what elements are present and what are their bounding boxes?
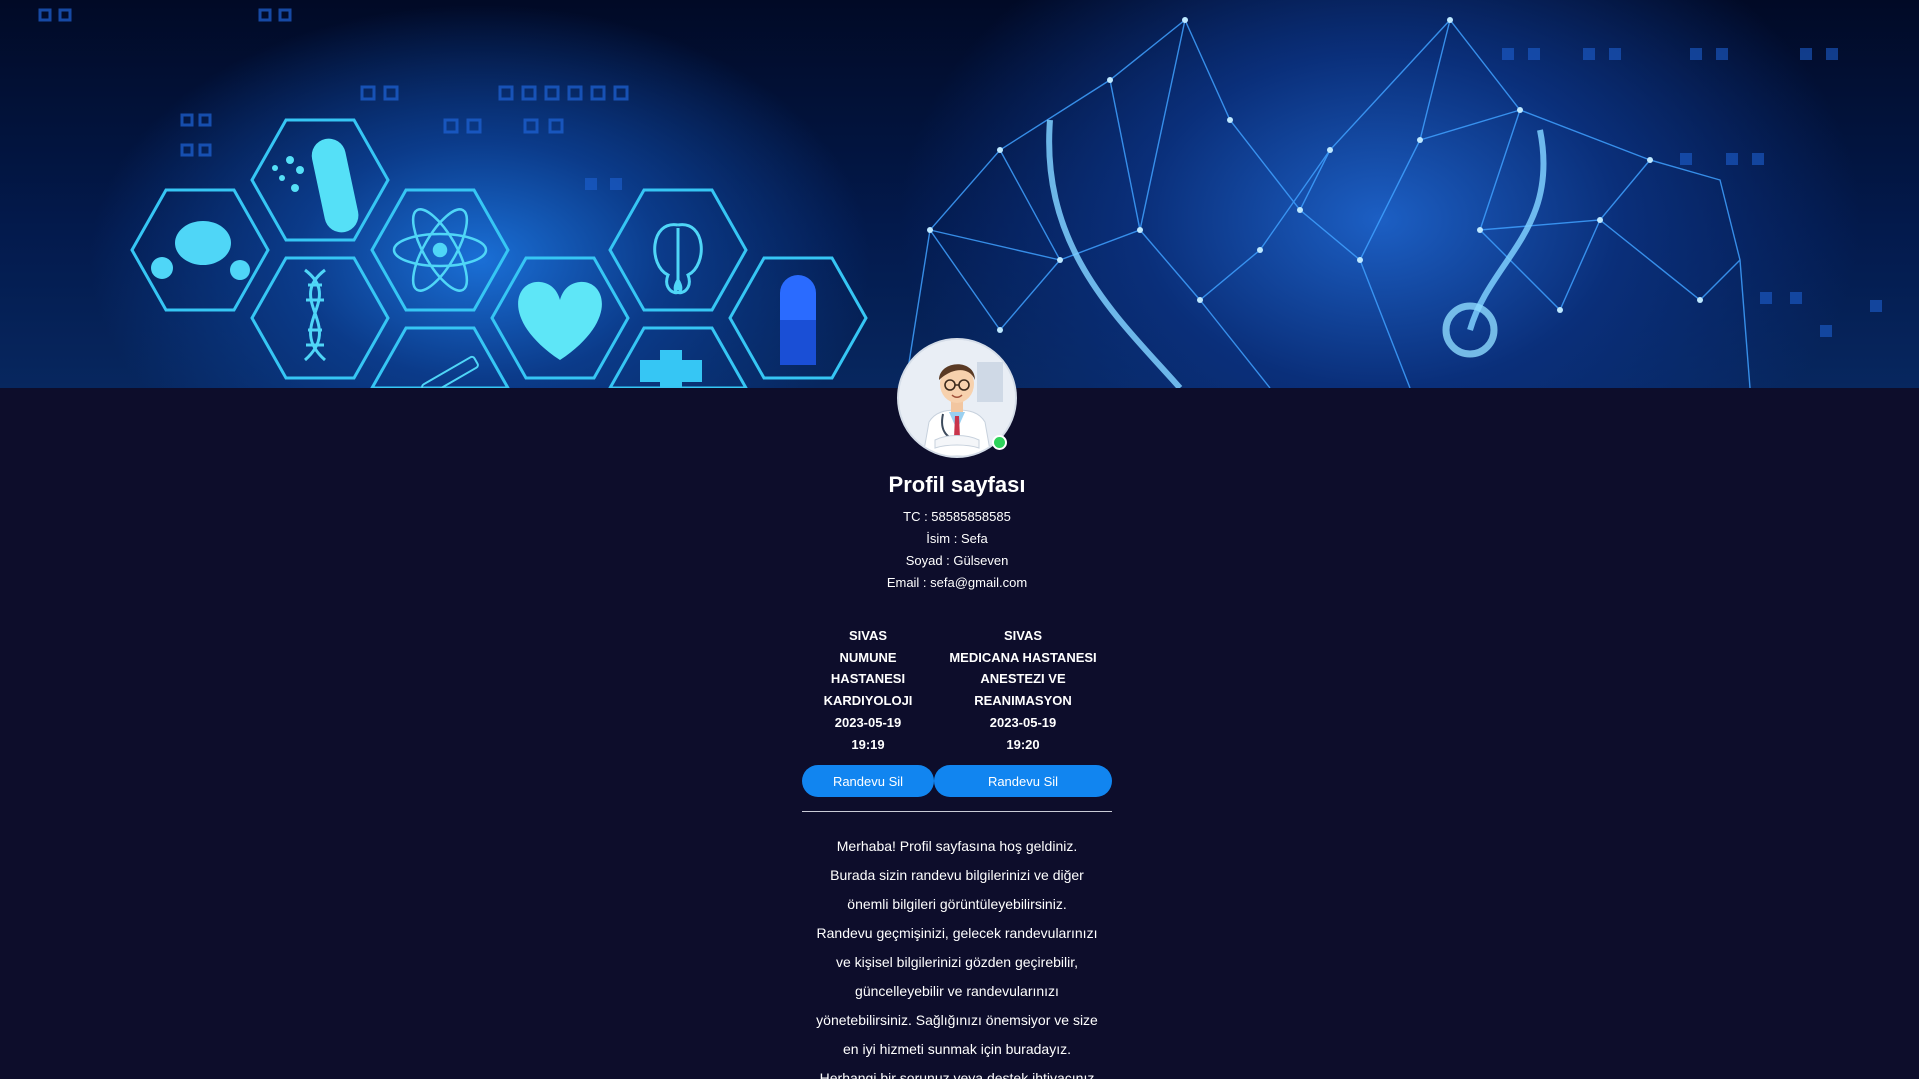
welcome-line: güncelleyebilir ve randevularınızı [855, 983, 1059, 999]
last-name: Soyad : Gülseven [905, 553, 1009, 568]
appointment-time: 19:20 [1006, 736, 1040, 752]
appointment-hospital: MEDICANA HASTANESI [949, 649, 1097, 665]
first-name: İsim : Sefa [926, 531, 988, 546]
appointment-department: KARDIYOLOJI [823, 693, 913, 709]
welcome-line: ve kişisel bilgilerinizi gözden geçirebi… [836, 954, 1078, 970]
appointment-department: ANESTEZI VE [980, 671, 1066, 687]
welcome-line: yönetebilirsiniz. Sağlığınızı önemsiyor … [816, 1012, 1098, 1028]
section-divider [802, 811, 1112, 812]
medical-banner-illustration [38, 8, 1882, 388]
welcome-line: Randevu geçmişinizi, gelecek randevuları… [816, 925, 1098, 941]
appointment-city: SIVAS [848, 628, 888, 643]
email: Email : sefa@gmail.com [886, 575, 1028, 590]
appointment-city: SIVAS [1003, 628, 1043, 643]
appointment-hospital-cont: HASTANESI [830, 671, 906, 687]
appointment-date: 2023-05-19 [834, 714, 902, 730]
delete-appointment-button[interactable]: Randevu Sil [802, 765, 934, 797]
appointment-time: 19:19 [851, 736, 885, 752]
appointment-hospital: NUMUNE [839, 649, 897, 665]
tc-number: TC : 58585858585 [903, 509, 1011, 524]
appointment-card: SIVAS NUMUNE HASTANESI KARDIYOLOJI 2023-… [802, 625, 934, 797]
welcome-line: Herhangi bir sorunuz veya destek ihtiyac… [819, 1070, 1095, 1079]
delete-appointment-button[interactable]: Randevu Sil [934, 765, 1112, 797]
welcome-line: en iyi hizmeti sunmak için buradayız. [843, 1041, 1071, 1057]
online-status-dot [992, 435, 1007, 450]
appointment-list: SIVAS NUMUNE HASTANESI KARDIYOLOJI 2023-… [802, 625, 1112, 797]
welcome-message: Merhaba! Profil sayfasına hoş geldiniz. … [796, 832, 1118, 1079]
welcome-line: Merhaba! Profil sayfasına hoş geldiniz. [836, 838, 1078, 854]
profile-avatar [897, 338, 1017, 458]
profile-info: Profil sayfası TC : 58585858585 İsim : S… [0, 470, 1914, 594]
appointment-department-cont: REANIMASYON [974, 693, 1072, 709]
appointment-date: 2023-05-19 [989, 714, 1057, 730]
appointment-card: SIVAS MEDICANA HASTANESI ANESTEZI VE REA… [934, 625, 1112, 797]
header-banner [0, 0, 1919, 388]
welcome-line: önemli bilgileri görüntüleyebilirsiniz. [847, 896, 1067, 912]
appointment-details: SIVAS MEDICANA HASTANESI ANESTEZI VE REA… [934, 625, 1112, 755]
page-title: Profil sayfası [888, 472, 1026, 497]
appointment-details: SIVAS NUMUNE HASTANESI KARDIYOLOJI 2023-… [823, 625, 913, 755]
welcome-line: Burada sizin randevu bilgilerinizi ve di… [830, 867, 1084, 883]
